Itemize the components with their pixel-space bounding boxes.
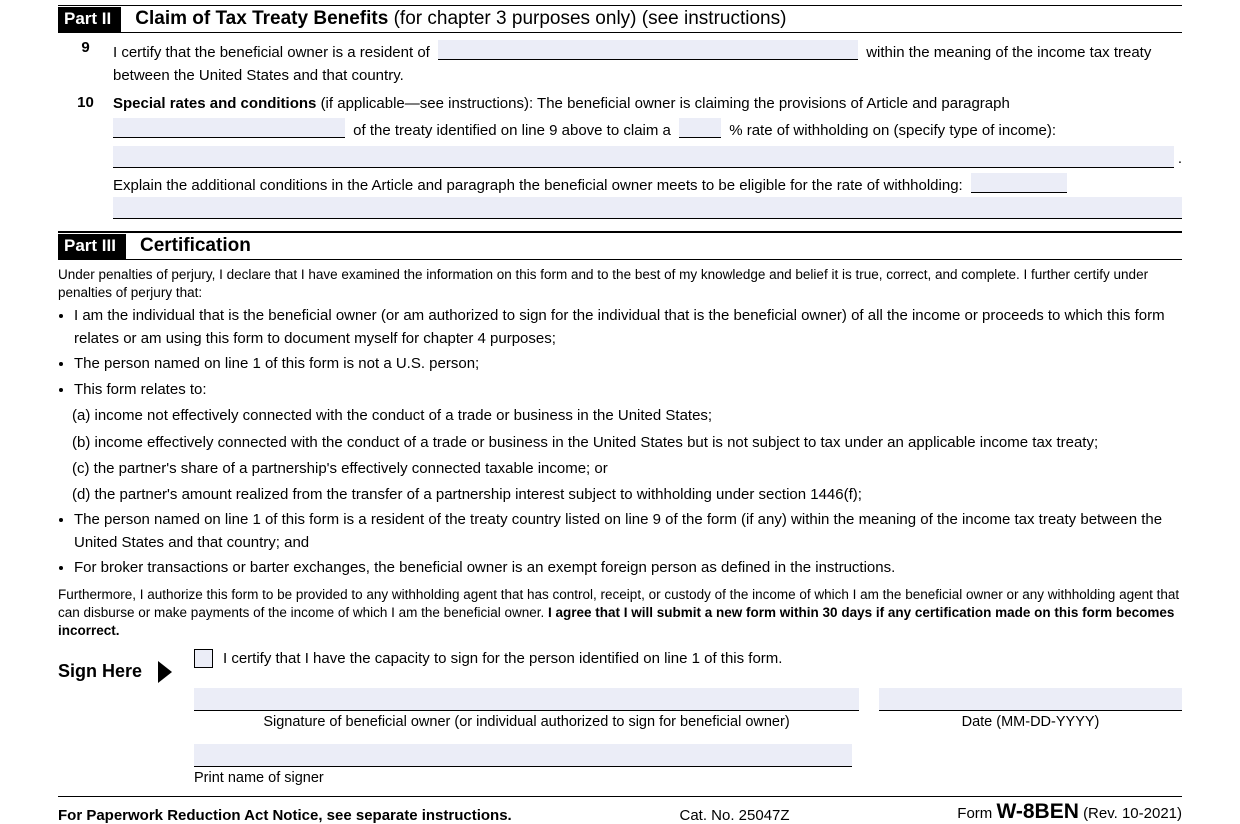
line-10-pct: % rate of withholding on (specify type o… xyxy=(729,122,1056,139)
furthermore: Furthermore, I authorize this form to be… xyxy=(58,586,1182,641)
part-3-title: Certification xyxy=(140,235,251,257)
footer-cat: Cat. No. 25047Z xyxy=(679,807,789,824)
line-10-explain-input-1[interactable] xyxy=(971,173,1067,193)
cert-bullet-1: I am the individual that is the benefici… xyxy=(74,305,1182,350)
line-10-mid: of the treaty identified on line 9 above… xyxy=(353,122,671,139)
part-3-header: Part III Certification xyxy=(58,231,1182,259)
line-10-lead-bold: Special rates and conditions xyxy=(113,95,316,112)
line-10-explain: Explain the additional conditions in the… xyxy=(113,177,963,194)
footer-form-word: Form xyxy=(957,805,992,822)
line-10-article-input[interactable] xyxy=(113,118,345,138)
line-10-explain-input-2[interactable] xyxy=(113,197,1182,219)
part-2-title: Claim of Tax Treaty Benefits (for chapte… xyxy=(135,8,786,30)
line-9-text-a: I certify that the beneficial owner is a… xyxy=(113,44,430,61)
part-3-tag: Part III xyxy=(58,234,126,259)
cert-sub-a: (a) income not effectively connected wit… xyxy=(72,404,1182,427)
sign-block: Sign Here I certify that I have the capa… xyxy=(58,649,1182,786)
footer-right: Form W-8BEN (Rev. 10-2021) xyxy=(957,800,1182,824)
line-10-income-type-input[interactable] xyxy=(113,146,1174,168)
certification-list-2: The person named on line 1 of this form … xyxy=(68,509,1182,580)
signature-label: Signature of beneficial owner (or indivi… xyxy=(194,714,859,730)
line-9-number: 9 xyxy=(58,37,113,58)
footer-rev: (Rev. 10-2021) xyxy=(1083,805,1182,822)
line-10-number: 10 xyxy=(58,92,113,113)
cert-sub-d: (d) the partner's amount realized from t… xyxy=(72,483,1182,506)
signature-input[interactable] xyxy=(194,688,859,711)
line-10-rate-input[interactable] xyxy=(679,118,721,138)
cert-bullet-4: The person named on line 1 of this form … xyxy=(74,509,1182,554)
line-9: 9 I certify that the beneficial owner is… xyxy=(58,37,1182,88)
part-2-header: Part II Claim of Tax Treaty Benefits (fo… xyxy=(58,5,1182,32)
cert-sub-c: (c) the partner's share of a partnership… xyxy=(72,457,1182,480)
certification-list: I am the individual that is the benefici… xyxy=(68,305,1182,401)
certification-intro: Under penalties of perjury, I declare th… xyxy=(58,266,1182,301)
part-2-tag: Part II xyxy=(58,7,121,32)
capacity-checkbox[interactable] xyxy=(194,649,213,668)
period: . xyxy=(1178,147,1182,170)
line-10: 10 Special rates and conditions (if appl… xyxy=(58,92,1182,222)
print-name-input[interactable] xyxy=(194,744,852,767)
capacity-text: I certify that I have the capacity to si… xyxy=(223,650,782,667)
cert-bullet-3: This form relates to: xyxy=(74,379,1182,402)
date-label: Date (MM-DD-YYYY) xyxy=(879,714,1182,730)
print-name-label: Print name of signer xyxy=(194,770,1182,786)
date-input[interactable] xyxy=(879,688,1182,711)
cert-bullet-2: The person named on line 1 of this form … xyxy=(74,353,1182,376)
footer-left: For Paperwork Reduction Act Notice, see … xyxy=(58,807,512,824)
sign-here-label: Sign Here xyxy=(58,661,142,682)
line-10-lead-rest: (if applicable—see instructions): The be… xyxy=(321,95,1010,112)
part-2-title-bold: Claim of Tax Treaty Benefits xyxy=(135,8,388,29)
sign-arrow-icon xyxy=(158,661,172,683)
footer-form-name: W-8BEN xyxy=(996,800,1078,823)
part-2-title-paren: (for chapter 3 purposes only) (see instr… xyxy=(394,8,787,29)
cert-bullet-5: For broker transactions or barter exchan… xyxy=(74,557,1182,580)
line-9-country-input[interactable] xyxy=(438,40,858,60)
footer: For Paperwork Reduction Act Notice, see … xyxy=(58,796,1182,824)
cert-sub-b: (b) income effectively connected with th… xyxy=(72,431,1182,454)
